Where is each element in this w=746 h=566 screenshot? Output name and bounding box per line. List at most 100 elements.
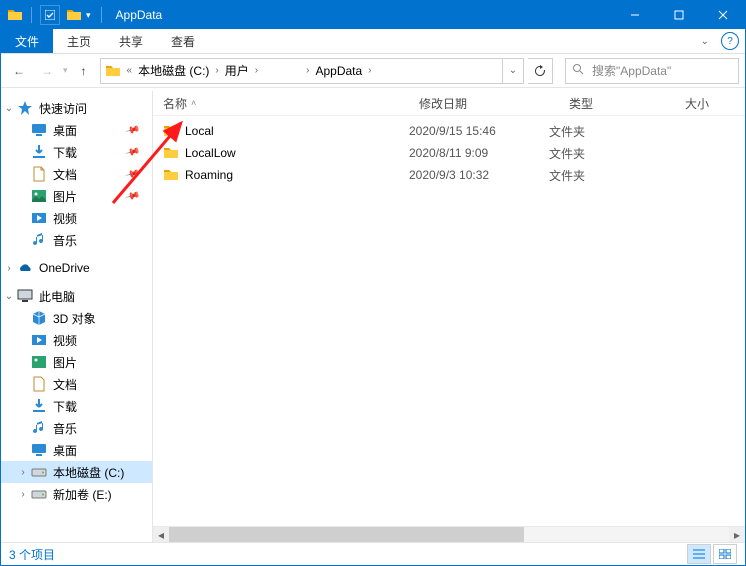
- title-bar: ▾ AppData: [1, 1, 745, 29]
- file-list[interactable]: Local 2020/9/15 15:46 文件夹 LocalLow 2020/…: [153, 116, 745, 526]
- window-controls: [613, 1, 745, 29]
- sidebar[interactable]: ⌄ 快速访问 桌面📌 下载📌 文档📌 图片📌 视频 音乐 › OneDrive: [1, 91, 153, 543]
- sidebar-onedrive[interactable]: › OneDrive: [1, 257, 152, 279]
- folder-icon: [163, 145, 179, 161]
- expand-icon[interactable]: ⌄: [3, 291, 15, 302]
- sidebar-quick-access[interactable]: ⌄ 快速访问: [1, 97, 152, 119]
- column-type[interactable]: 类型: [559, 95, 675, 112]
- desktop-icon: [31, 442, 47, 458]
- qat-overflow-icon[interactable]: ▾: [84, 10, 93, 21]
- sidebar-this-pc[interactable]: ⌄ 此电脑: [1, 285, 152, 307]
- sidebar-item-drive-e[interactable]: ›新加卷 (E:): [1, 483, 152, 505]
- nav-history-dropdown[interactable]: ▾: [63, 65, 68, 76]
- nav-forward-button[interactable]: →: [35, 59, 59, 83]
- expand-icon[interactable]: ›: [17, 489, 29, 500]
- sidebar-item-3d[interactable]: 3D 对象: [1, 307, 152, 329]
- picture-icon: [31, 354, 47, 370]
- breadcrumb-seg-2[interactable]: [260, 59, 304, 83]
- pin-icon: 📌: [124, 144, 140, 160]
- video-icon: [31, 210, 47, 226]
- tab-home[interactable]: 主页: [53, 29, 105, 53]
- table-row[interactable]: Local 2020/9/15 15:46 文件夹: [153, 120, 745, 142]
- status-text: 3 个项目: [9, 546, 55, 563]
- folder-icon: [163, 167, 179, 183]
- drive-icon: [31, 464, 47, 480]
- chevron-right-icon[interactable]: ›: [213, 65, 220, 76]
- document-icon: [31, 166, 47, 182]
- pin-icon: 📌: [124, 122, 140, 138]
- chevron-right-icon[interactable]: ›: [253, 65, 260, 76]
- nav-bar: ← → ▾ ↑ « 本地磁盘 (C:) › 用户 › › AppData › ⌄: [1, 54, 745, 88]
- download-icon: [31, 144, 47, 160]
- download-icon: [31, 398, 47, 414]
- nav-up-button[interactable]: ↑: [72, 59, 96, 83]
- sidebar-item-documents-pc[interactable]: 文档: [1, 373, 152, 395]
- onedrive-icon: [17, 260, 33, 276]
- search-box[interactable]: [565, 58, 739, 84]
- star-icon: [17, 100, 33, 116]
- search-icon: [572, 63, 584, 78]
- sidebar-item-music[interactable]: 音乐: [1, 229, 152, 251]
- breadcrumb-seg-0[interactable]: 本地磁盘 (C:): [134, 59, 213, 83]
- minimize-button[interactable]: [613, 1, 657, 29]
- tab-share[interactable]: 共享: [105, 29, 157, 53]
- scroll-right-button[interactable]: ▸: [729, 527, 745, 543]
- sidebar-item-drive-c[interactable]: ›本地磁盘 (C:): [1, 461, 152, 483]
- scroll-left-button[interactable]: ◂: [153, 527, 169, 543]
- search-input[interactable]: [590, 63, 732, 79]
- tab-view[interactable]: 查看: [157, 29, 209, 53]
- sidebar-item-videos[interactable]: 视频: [1, 207, 152, 229]
- close-button[interactable]: [701, 1, 745, 29]
- sidebar-item-label: 快速访问: [39, 100, 87, 117]
- ribbon: 文件 主页 共享 查看 ⌄ ?: [1, 29, 745, 54]
- column-size[interactable]: 大小: [675, 95, 745, 112]
- maximize-button[interactable]: [657, 1, 701, 29]
- desktop-icon: [31, 122, 47, 138]
- pc-icon: [17, 288, 33, 304]
- refresh-button[interactable]: [528, 58, 553, 84]
- music-icon: [31, 232, 47, 248]
- breadcrumb-overflow[interactable]: «: [125, 65, 135, 76]
- sidebar-item-label: OneDrive: [39, 261, 90, 275]
- chevron-right-icon[interactable]: ›: [366, 65, 373, 76]
- address-bar[interactable]: « 本地磁盘 (C:) › 用户 › › AppData › ⌄: [100, 58, 524, 84]
- column-date[interactable]: 修改日期: [409, 95, 559, 112]
- view-details-button[interactable]: [687, 544, 711, 564]
- sidebar-item-pictures-pc[interactable]: 图片: [1, 351, 152, 373]
- sidebar-item-downloads-pc[interactable]: 下载: [1, 395, 152, 417]
- breadcrumb-seg-1[interactable]: 用户: [221, 59, 253, 83]
- horizontal-scrollbar[interactable]: ◂ ▸: [153, 526, 745, 543]
- sidebar-item-downloads[interactable]: 下载📌: [1, 141, 152, 163]
- chevron-right-icon[interactable]: ›: [304, 65, 311, 76]
- table-row[interactable]: Roaming 2020/9/3 10:32 文件夹: [153, 164, 745, 186]
- breadcrumb-seg-3[interactable]: AppData: [311, 59, 366, 83]
- expand-icon[interactable]: ⌄: [3, 103, 15, 114]
- sort-asc-icon: ˄: [191, 98, 196, 108]
- address-dropdown[interactable]: ⌄: [502, 59, 523, 83]
- pin-icon: 📌: [124, 166, 140, 182]
- qat-folder-icon[interactable]: [66, 7, 82, 23]
- ribbon-right: ⌄ ?: [701, 29, 745, 53]
- breadcrumb-root[interactable]: [101, 59, 125, 83]
- sidebar-item-music-pc[interactable]: 音乐: [1, 417, 152, 439]
- expand-icon[interactable]: ›: [3, 263, 15, 274]
- sidebar-item-videos-pc[interactable]: 视频: [1, 329, 152, 351]
- expand-icon[interactable]: ›: [17, 467, 29, 478]
- sidebar-item-desktop[interactable]: 桌面📌: [1, 119, 152, 141]
- view-large-icons-button[interactable]: [713, 544, 737, 564]
- folder-icon: [163, 123, 179, 139]
- sidebar-item-documents[interactable]: 文档📌: [1, 163, 152, 185]
- ribbon-expand-icon[interactable]: ⌄: [701, 36, 709, 47]
- column-name[interactable]: 名称 ˄: [153, 95, 409, 112]
- help-icon[interactable]: ?: [721, 32, 739, 50]
- file-tab[interactable]: 文件: [1, 29, 53, 53]
- title-bar-left: ▾: [1, 5, 108, 25]
- column-headers: 名称 ˄ 修改日期 类型 大小: [153, 91, 745, 116]
- sidebar-item-pictures[interactable]: 图片📌: [1, 185, 152, 207]
- video-icon: [31, 332, 47, 348]
- table-row[interactable]: LocalLow 2020/8/11 9:09 文件夹: [153, 142, 745, 164]
- sidebar-item-desktop-pc[interactable]: 桌面: [1, 439, 152, 461]
- document-icon: [31, 376, 47, 392]
- qat-checkbox-icon[interactable]: [40, 5, 60, 25]
- nav-back-button[interactable]: ←: [7, 59, 31, 83]
